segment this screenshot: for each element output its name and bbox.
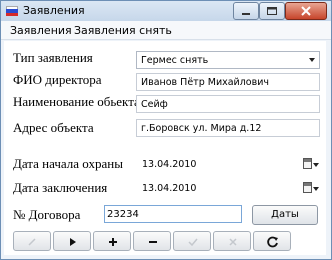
conclusion-date-label: Дата заключения: [13, 180, 108, 195]
play-icon: [70, 238, 76, 246]
type-select[interactable]: Гермес снять: [136, 51, 320, 69]
minimize-icon: [242, 13, 250, 15]
nav-next-button[interactable]: [53, 231, 91, 251]
check-icon: [188, 238, 198, 247]
app-window: Заявления Заявления Заявления снять Тип …: [0, 0, 332, 260]
contract-field[interactable]: 23234: [104, 205, 242, 223]
title-bar: Заявления: [1, 1, 331, 21]
chevron-down-icon: [313, 187, 319, 191]
contract-label: № Договора: [13, 207, 81, 222]
calendar-icon: [303, 182, 312, 193]
maximize-button[interactable]: [259, 2, 285, 20]
maximize-icon: [267, 7, 277, 15]
address-label: Адрес объекта: [13, 120, 94, 135]
address-field[interactable]: г.Боровск ул. Мира д.12: [136, 119, 320, 137]
nav-post-button[interactable]: [173, 231, 211, 251]
edit-icon: [28, 238, 36, 246]
chevron-down-icon: [309, 58, 315, 62]
close-button[interactable]: [285, 2, 327, 20]
app-flag-icon: [6, 6, 18, 16]
plus-icon: [109, 238, 117, 246]
conclusion-date-value: 13.04.2010: [142, 183, 197, 194]
minimize-button[interactable]: [233, 2, 259, 20]
dates-button[interactable]: Даты: [252, 205, 318, 225]
director-label: ФИО директора: [13, 72, 102, 87]
nav-edit-button[interactable]: [13, 231, 51, 251]
close-icon: [301, 6, 311, 16]
nav-refresh-button[interactable]: [253, 231, 291, 251]
nav-delete-button[interactable]: [133, 231, 171, 251]
guard-start-datepicker[interactable]: 13.04.2010: [138, 156, 320, 174]
menu-bar: Заявления Заявления снять: [1, 21, 331, 40]
menu-item-applications-remove[interactable]: Заявления снять: [74, 24, 172, 37]
nav-insert-button[interactable]: [93, 231, 131, 251]
nav-cancel-button[interactable]: [213, 231, 251, 251]
cancel-icon: [229, 238, 237, 246]
object-name-field[interactable]: Сейф: [136, 95, 320, 113]
type-value: Гермес снять: [141, 55, 209, 66]
minus-icon: [149, 241, 157, 243]
menu-item-applications[interactable]: Заявления: [10, 24, 72, 37]
calendar-icon: [303, 158, 312, 169]
type-label: Тип заявления: [13, 50, 93, 65]
guard-start-label: Дата начала охраны: [13, 156, 123, 171]
director-field[interactable]: Иванов Пётр Михайлович: [136, 73, 320, 91]
conclusion-datepicker[interactable]: 13.04.2010: [138, 180, 320, 198]
form-panel: Тип заявления Гермес снять ФИО директора…: [4, 41, 326, 255]
refresh-icon: [267, 236, 278, 248]
chevron-down-icon: [313, 163, 319, 167]
guard-start-value: 13.04.2010: [142, 159, 197, 170]
object-name-label: Наименование обьекта: [13, 94, 140, 109]
window-title: Заявления: [23, 4, 85, 17]
